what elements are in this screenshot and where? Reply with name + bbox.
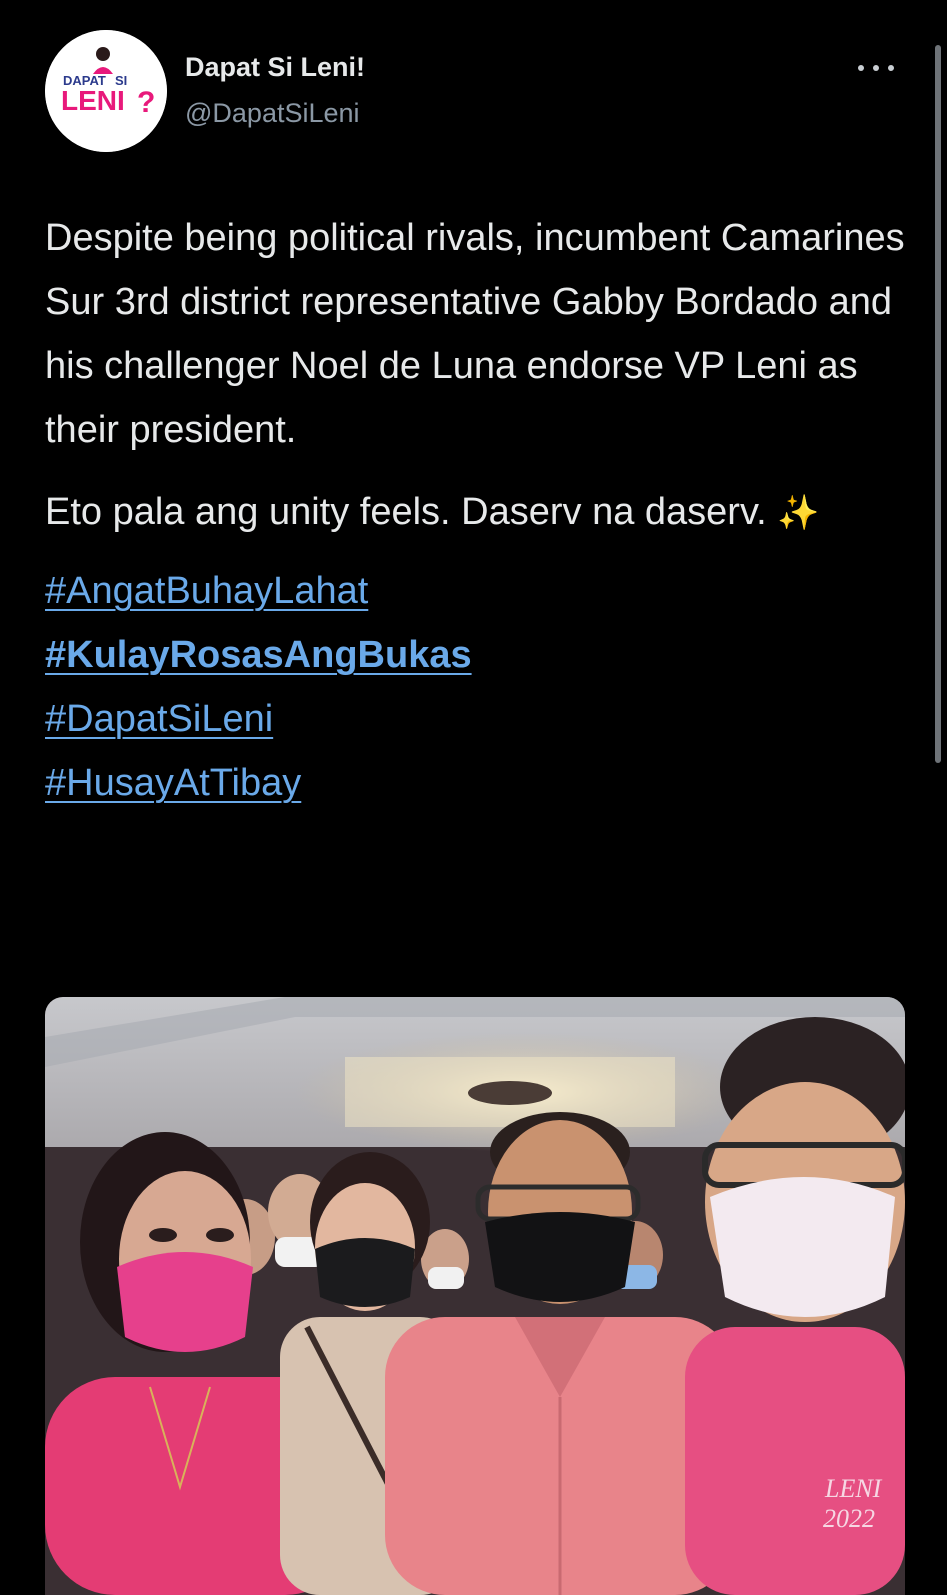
svg-text:2022: 2022: [823, 1504, 875, 1533]
svg-text:?: ?: [137, 86, 155, 119]
user-handle[interactable]: @DapatSiLeni: [185, 98, 360, 129]
dapat-si-leni-logo: DAPAT SI LENI ?: [45, 30, 167, 152]
display-name[interactable]: Dapat Si Leni!: [185, 52, 365, 83]
hashtag-link[interactable]: #HusayAtTibay: [45, 751, 905, 815]
hashtag-link[interactable]: #KulayRosasAngBukas: [45, 623, 905, 687]
hashtag-link[interactable]: #AngatBuhayLahat: [45, 559, 905, 623]
sparkles-icon: ✨: [777, 494, 820, 532]
avatar[interactable]: DAPAT SI LENI ?: [45, 30, 167, 152]
event-group-photo: LENI 2022: [45, 997, 905, 1595]
tweet-paragraph-2-text: Eto pala ang unity feels. Daserv na dase…: [45, 491, 767, 533]
hashtag-list: #AngatBuhayLahat #KulayRosasAngBukas #Da…: [45, 559, 905, 815]
shirt-print: LENI: [824, 1474, 883, 1503]
svg-text:LENI: LENI: [61, 85, 125, 116]
more-icon[interactable]: [858, 56, 898, 80]
tweet-paragraph-2: Eto pala ang unity feels. Daserv na dase…: [45, 480, 905, 545]
tweet-paragraph-1: Despite being political rivals, incumben…: [45, 217, 905, 451]
tweet-photo[interactable]: LENI 2022: [45, 997, 905, 1595]
tweet-text: Despite being political rivals, incumben…: [45, 206, 905, 815]
hashtag-link[interactable]: #DapatSiLeni: [45, 687, 905, 751]
scrollbar-thumb[interactable]: [935, 45, 941, 763]
